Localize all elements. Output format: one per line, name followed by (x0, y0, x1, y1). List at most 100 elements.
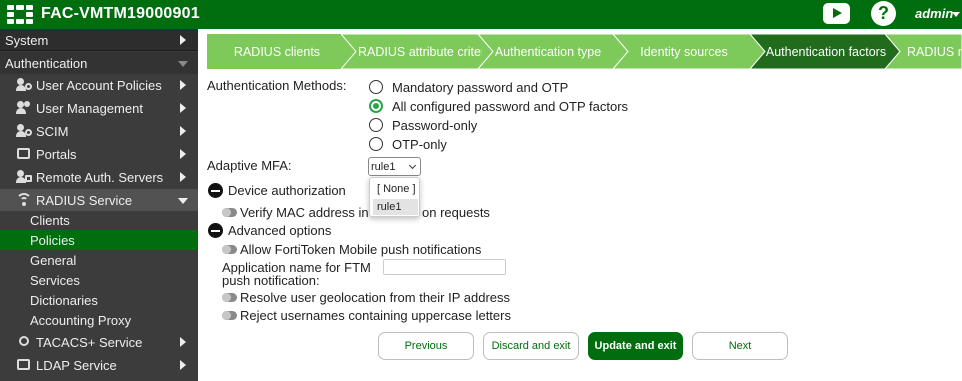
geolocation-toggle[interactable] (222, 293, 237, 302)
chevron-right-icon (180, 103, 186, 113)
ftm-push-toggle[interactable] (222, 245, 237, 254)
update-and-exit-button[interactable]: Update and exit (588, 332, 683, 360)
radio-all-configured-factors[interactable] (369, 99, 383, 113)
step-radius-clients[interactable]: RADIUS clients (207, 34, 358, 69)
sidebar-item-label: Authentication (5, 56, 88, 71)
sidebar-item-accounting-proxy[interactable]: Accounting Proxy (0, 310, 198, 330)
sidebar-item-system[interactable]: System (0, 29, 198, 51)
sidebar-item-radius-service[interactable]: RADIUS Service (0, 189, 198, 211)
sidebar-item-tacacs-service[interactable]: TACACS+ Service (0, 331, 198, 353)
top-bar: FAC-VMTM19000901 ? admin (0, 0, 962, 29)
sidebar-item-label: Dictionaries (30, 293, 98, 308)
app-title: FAC-VMTM19000901 (41, 5, 200, 22)
ftm-app-name-input[interactable] (383, 259, 506, 275)
sidebar-item-clients[interactable]: Clients (0, 210, 198, 230)
sidebar-item-label: Services (30, 273, 80, 288)
help-icon[interactable]: ? (871, 1, 896, 26)
dropdown-option-none[interactable]: [ None ] (373, 181, 418, 197)
verify-mac-toggle[interactable] (222, 208, 237, 217)
sidebar-item-label: TACACS+ Service (36, 335, 143, 350)
step-label: RADIUS attribute criteri (358, 45, 482, 59)
sidebar-item-user-account-policies[interactable]: User Account Policies (0, 74, 198, 96)
step-authentication-factors[interactable]: Authentication factors (750, 34, 900, 69)
radio-label: All configured password and OTP factors (392, 99, 629, 114)
step-identity-sources[interactable]: Identity sources (613, 34, 765, 69)
scim-user-icon (16, 124, 32, 138)
adaptive-mfa-select[interactable]: rule1 (368, 157, 421, 176)
radio-mandatory-password-otp[interactable] (369, 80, 383, 94)
sidebar-item-label: Clients (30, 213, 70, 228)
auth-methods-label: Authentication Methods: (207, 78, 347, 93)
chevron-down-icon (178, 198, 188, 204)
sidebar-item-label: Accounting Proxy (30, 313, 132, 328)
adaptive-mfa-dropdown: [ None ] rule1 (369, 177, 420, 217)
advanced-options-heading: Advanced options (228, 223, 332, 238)
step-label: Identity sources (640, 45, 728, 59)
sidebar-item-label: SCIM (36, 124, 69, 139)
sidebar-item-portals[interactable]: Portals (0, 143, 198, 165)
youtube-icon[interactable] (823, 3, 850, 24)
sidebar-item-label: RADIUS Service (36, 193, 133, 208)
previous-button[interactable]: Previous (378, 332, 474, 360)
collapse-icon[interactable] (208, 183, 223, 198)
chevron-right-icon (180, 337, 186, 347)
sidebar-item-policies[interactable]: Policies (0, 230, 198, 250)
ftm-push-label: Allow FortiToken Mobile push notificatio… (240, 242, 482, 257)
tacacs-icon (16, 335, 32, 349)
sidebar-item-label: Policies (30, 233, 75, 248)
next-button[interactable]: Next (692, 332, 788, 360)
chevron-right-icon (180, 35, 186, 45)
collapse-icon[interactable] (208, 223, 223, 238)
sidebar-item-general[interactable]: General (0, 250, 198, 270)
fortinet-logo-icon (7, 5, 33, 24)
chevron-right-icon (180, 126, 186, 136)
sidebar-item-label: User Account Policies (36, 78, 162, 93)
users-icon (16, 101, 32, 115)
sidebar-item-label: LDAP Service (36, 358, 117, 373)
verify-mac-label: Verify MAC address in au (240, 205, 387, 220)
adaptive-mfa-label: Adaptive MFA: (207, 158, 292, 173)
radio-otp-only[interactable] (369, 137, 383, 151)
radio-label: Mandatory password and OTP (392, 80, 569, 95)
step-label: RADIUS re (907, 45, 962, 59)
sidebar-item-user-management[interactable]: User Management (0, 97, 198, 119)
sidebar-item-authentication[interactable]: Authentication (0, 52, 198, 74)
sidebar-item-label: General (30, 253, 77, 268)
sidebar-item-label: System (5, 33, 49, 48)
discard-and-exit-button[interactable]: Discard and exit (483, 332, 579, 360)
radio-label: OTP-only (392, 137, 447, 152)
ldap-icon (16, 358, 32, 372)
user-settings-icon (16, 78, 32, 92)
sidebar-item-label: User Management (36, 101, 143, 116)
step-radius-attribute-criteria[interactable]: RADIUS attribute criteri (341, 34, 493, 69)
sidebar-item-remote-auth-servers[interactable]: Remote Auth. Servers (0, 166, 198, 188)
user-menu[interactable]: admin (915, 6, 953, 21)
ftm-app-name-label-2: push notification: (222, 273, 320, 288)
geolocation-label: Resolve user geolocation from their IP a… (240, 290, 511, 305)
server-user-icon (16, 170, 32, 184)
device-auth-heading: Device authorization (228, 183, 346, 198)
sidebar-item-services[interactable]: Services (0, 270, 198, 290)
sidebar-item-label: Portals (36, 147, 77, 162)
step-radius-response[interactable]: RADIUS re (885, 34, 962, 69)
chevron-right-icon (180, 149, 186, 159)
step-label: Authentication factors (765, 45, 887, 59)
chevron-down-icon (408, 161, 417, 170)
reject-uppercase-toggle[interactable] (222, 311, 237, 320)
step-authentication-type[interactable]: Authentication type (478, 34, 628, 69)
chevron-right-icon (180, 360, 186, 370)
select-value: rule1 (371, 161, 396, 173)
radio-password-only[interactable] (369, 118, 383, 132)
radio-label: Password-only (392, 118, 478, 133)
dropdown-option-rule1[interactable]: rule1 (373, 199, 418, 215)
chevron-down-icon (178, 61, 188, 67)
sidebar-item-scim[interactable]: SCIM (0, 120, 198, 142)
chevron-right-icon (180, 172, 186, 182)
sidebar-item-dictionaries[interactable]: Dictionaries (0, 290, 198, 310)
reject-uppercase-label: Reject usernames containing uppercase le… (240, 308, 511, 323)
step-label: Authentication type (494, 45, 602, 59)
portal-icon (16, 147, 32, 161)
sidebar-item-ldap-service[interactable]: LDAP Service (0, 354, 198, 376)
sidebar: System Authentication User Account Polic… (0, 29, 198, 381)
caret-down-icon[interactable] (952, 12, 960, 17)
